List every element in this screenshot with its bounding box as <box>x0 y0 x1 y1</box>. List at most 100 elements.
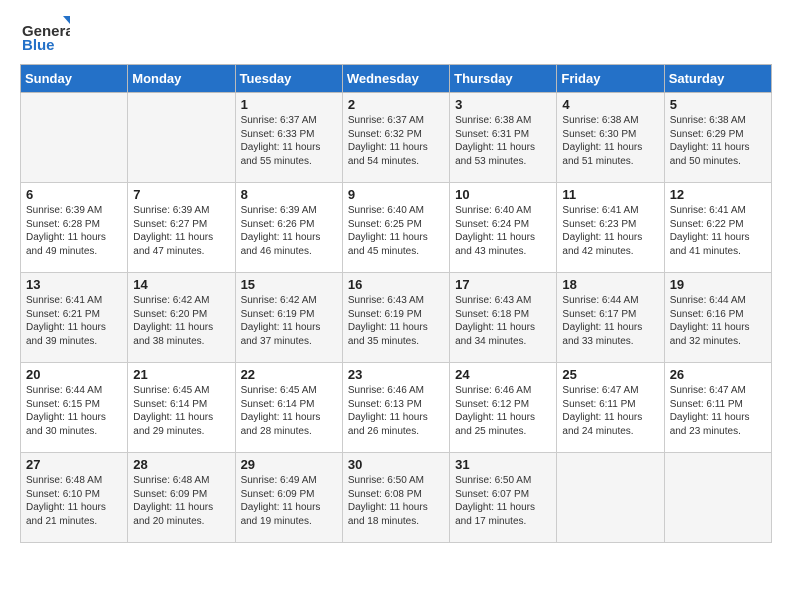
calendar-cell: 1 Sunrise: 6:37 AM Sunset: 6:33 PM Daylig… <box>235 93 342 183</box>
day-info: Sunrise: 6:40 AM Sunset: 6:24 PM Dayligh… <box>455 204 551 258</box>
day-number: 5 <box>670 97 766 112</box>
weekday-header: Saturday <box>664 65 771 93</box>
day-number: 10 <box>455 187 551 202</box>
calendar-cell: 5 Sunrise: 6:38 AM Sunset: 6:29 PM Daylig… <box>664 93 771 183</box>
day-info: Sunrise: 6:44 AM Sunset: 6:16 PM Dayligh… <box>670 294 766 348</box>
calendar-cell: 6 Sunrise: 6:39 AM Sunset: 6:28 PM Daylig… <box>21 183 128 273</box>
day-number: 7 <box>133 187 229 202</box>
day-number: 27 <box>26 457 122 472</box>
weekday-header: Tuesday <box>235 65 342 93</box>
day-info: Sunrise: 6:44 AM Sunset: 6:17 PM Dayligh… <box>562 294 658 348</box>
calendar-cell: 21 Sunrise: 6:45 AM Sunset: 6:14 PM Dayli… <box>128 363 235 453</box>
day-info: Sunrise: 6:38 AM Sunset: 6:30 PM Dayligh… <box>562 114 658 168</box>
day-info: Sunrise: 6:39 AM Sunset: 6:28 PM Dayligh… <box>26 204 122 258</box>
day-number: 1 <box>241 97 337 112</box>
weekday-header: Thursday <box>450 65 557 93</box>
calendar-cell: 31Sunrise: 6:50 AM Sunset: 6:07 PM Dayli… <box>450 453 557 543</box>
day-number: 21 <box>133 367 229 382</box>
calendar-table: SundayMondayTuesdayWednesdayThursdayFrid… <box>20 64 772 543</box>
weekday-header: Sunday <box>21 65 128 93</box>
calendar-cell: 20 Sunrise: 6:44 AM Sunset: 6:15 PM Dayli… <box>21 363 128 453</box>
day-number: 25 <box>562 367 658 382</box>
calendar-cell <box>21 93 128 183</box>
day-number: 30 <box>348 457 444 472</box>
day-number: 3 <box>455 97 551 112</box>
calendar-cell: 7 Sunrise: 6:39 AM Sunset: 6:27 PM Daylig… <box>128 183 235 273</box>
day-info: Sunrise: 6:39 AM Sunset: 6:26 PM Dayligh… <box>241 204 337 258</box>
calendar-cell: 11Sunrise: 6:41 AM Sunset: 6:23 PM Dayli… <box>557 183 664 273</box>
day-number: 12 <box>670 187 766 202</box>
day-info: Sunrise: 6:38 AM Sunset: 6:29 PM Dayligh… <box>670 114 766 168</box>
calendar-week-row: 27Sunrise: 6:48 AM Sunset: 6:10 PM Dayli… <box>21 453 772 543</box>
logo: General Blue <box>20 16 70 54</box>
calendar-cell: 8Sunrise: 6:39 AM Sunset: 6:26 PM Daylig… <box>235 183 342 273</box>
day-info: Sunrise: 6:50 AM Sunset: 6:08 PM Dayligh… <box>348 474 444 528</box>
calendar-cell: 10 Sunrise: 6:40 AM Sunset: 6:24 PM Dayli… <box>450 183 557 273</box>
day-info: Sunrise: 6:43 AM Sunset: 6:18 PM Dayligh… <box>455 294 551 348</box>
day-number: 22 <box>241 367 337 382</box>
calendar-cell: 28 Sunrise: 6:48 AM Sunset: 6:09 PM Dayli… <box>128 453 235 543</box>
day-info: Sunrise: 6:41 AM Sunset: 6:23 PM Dayligh… <box>562 204 658 258</box>
day-number: 19 <box>670 277 766 292</box>
day-info: Sunrise: 6:37 AM Sunset: 6:33 PM Dayligh… <box>241 114 337 168</box>
day-number: 29 <box>241 457 337 472</box>
day-number: 9 <box>348 187 444 202</box>
day-info: Sunrise: 6:47 AM Sunset: 6:11 PM Dayligh… <box>670 384 766 438</box>
day-info: Sunrise: 6:45 AM Sunset: 6:14 PM Dayligh… <box>133 384 229 438</box>
day-number: 13 <box>26 277 122 292</box>
calendar-cell: 19 Sunrise: 6:44 AM Sunset: 6:16 PM Dayli… <box>664 273 771 363</box>
calendar-cell: 17 Sunrise: 6:43 AM Sunset: 6:18 PM Dayli… <box>450 273 557 363</box>
day-info: Sunrise: 6:39 AM Sunset: 6:27 PM Dayligh… <box>133 204 229 258</box>
day-number: 18 <box>562 277 658 292</box>
day-info: Sunrise: 6:37 AM Sunset: 6:32 PM Dayligh… <box>348 114 444 168</box>
calendar-cell: 13Sunrise: 6:41 AM Sunset: 6:21 PM Dayli… <box>21 273 128 363</box>
day-number: 15 <box>241 277 337 292</box>
svg-text:Blue: Blue <box>22 37 55 54</box>
calendar-cell: 22 Sunrise: 6:45 AM Sunset: 6:14 PM Dayli… <box>235 363 342 453</box>
day-info: Sunrise: 6:42 AM Sunset: 6:19 PM Dayligh… <box>241 294 337 348</box>
day-number: 16 <box>348 277 444 292</box>
calendar-cell: 29 Sunrise: 6:49 AM Sunset: 6:09 PM Dayli… <box>235 453 342 543</box>
day-info: Sunrise: 6:47 AM Sunset: 6:11 PM Dayligh… <box>562 384 658 438</box>
calendar-cell: 25 Sunrise: 6:47 AM Sunset: 6:11 PM Dayli… <box>557 363 664 453</box>
calendar-cell: 23Sunrise: 6:46 AM Sunset: 6:13 PM Dayli… <box>342 363 449 453</box>
day-info: Sunrise: 6:46 AM Sunset: 6:12 PM Dayligh… <box>455 384 551 438</box>
calendar-cell: 4Sunrise: 6:38 AM Sunset: 6:30 PM Daylig… <box>557 93 664 183</box>
day-number: 17 <box>455 277 551 292</box>
logo-svg: General Blue <box>20 16 70 54</box>
weekday-header: Monday <box>128 65 235 93</box>
day-number: 2 <box>348 97 444 112</box>
calendar-cell <box>557 453 664 543</box>
weekday-header: Friday <box>557 65 664 93</box>
calendar-cell: 12 Sunrise: 6:41 AM Sunset: 6:22 PM Dayli… <box>664 183 771 273</box>
day-number: 14 <box>133 277 229 292</box>
calendar-cell: 27Sunrise: 6:48 AM Sunset: 6:10 PM Dayli… <box>21 453 128 543</box>
day-info: Sunrise: 6:45 AM Sunset: 6:14 PM Dayligh… <box>241 384 337 438</box>
calendar-week-row: 13Sunrise: 6:41 AM Sunset: 6:21 PM Dayli… <box>21 273 772 363</box>
calendar-week-row: 1 Sunrise: 6:37 AM Sunset: 6:33 PM Daylig… <box>21 93 772 183</box>
calendar-cell: 14 Sunrise: 6:42 AM Sunset: 6:20 PM Dayli… <box>128 273 235 363</box>
day-info: Sunrise: 6:43 AM Sunset: 6:19 PM Dayligh… <box>348 294 444 348</box>
day-number: 20 <box>26 367 122 382</box>
calendar-cell: 9Sunrise: 6:40 AM Sunset: 6:25 PM Daylig… <box>342 183 449 273</box>
day-info: Sunrise: 6:50 AM Sunset: 6:07 PM Dayligh… <box>455 474 551 528</box>
day-info: Sunrise: 6:48 AM Sunset: 6:09 PM Dayligh… <box>133 474 229 528</box>
calendar-cell <box>664 453 771 543</box>
day-number: 26 <box>670 367 766 382</box>
day-number: 23 <box>348 367 444 382</box>
day-number: 6 <box>26 187 122 202</box>
day-info: Sunrise: 6:49 AM Sunset: 6:09 PM Dayligh… <box>241 474 337 528</box>
calendar-cell: 18 Sunrise: 6:44 AM Sunset: 6:17 PM Dayli… <box>557 273 664 363</box>
day-info: Sunrise: 6:41 AM Sunset: 6:22 PM Dayligh… <box>670 204 766 258</box>
calendar-cell <box>128 93 235 183</box>
day-info: Sunrise: 6:44 AM Sunset: 6:15 PM Dayligh… <box>26 384 122 438</box>
weekday-header: Wednesday <box>342 65 449 93</box>
calendar-cell: 2 Sunrise: 6:37 AM Sunset: 6:32 PM Daylig… <box>342 93 449 183</box>
calendar-week-row: 20 Sunrise: 6:44 AM Sunset: 6:15 PM Dayli… <box>21 363 772 453</box>
weekday-header-row: SundayMondayTuesdayWednesdayThursdayFrid… <box>21 65 772 93</box>
calendar-week-row: 6 Sunrise: 6:39 AM Sunset: 6:28 PM Daylig… <box>21 183 772 273</box>
day-number: 24 <box>455 367 551 382</box>
day-number: 28 <box>133 457 229 472</box>
page-header: General Blue <box>20 16 772 54</box>
day-info: Sunrise: 6:42 AM Sunset: 6:20 PM Dayligh… <box>133 294 229 348</box>
